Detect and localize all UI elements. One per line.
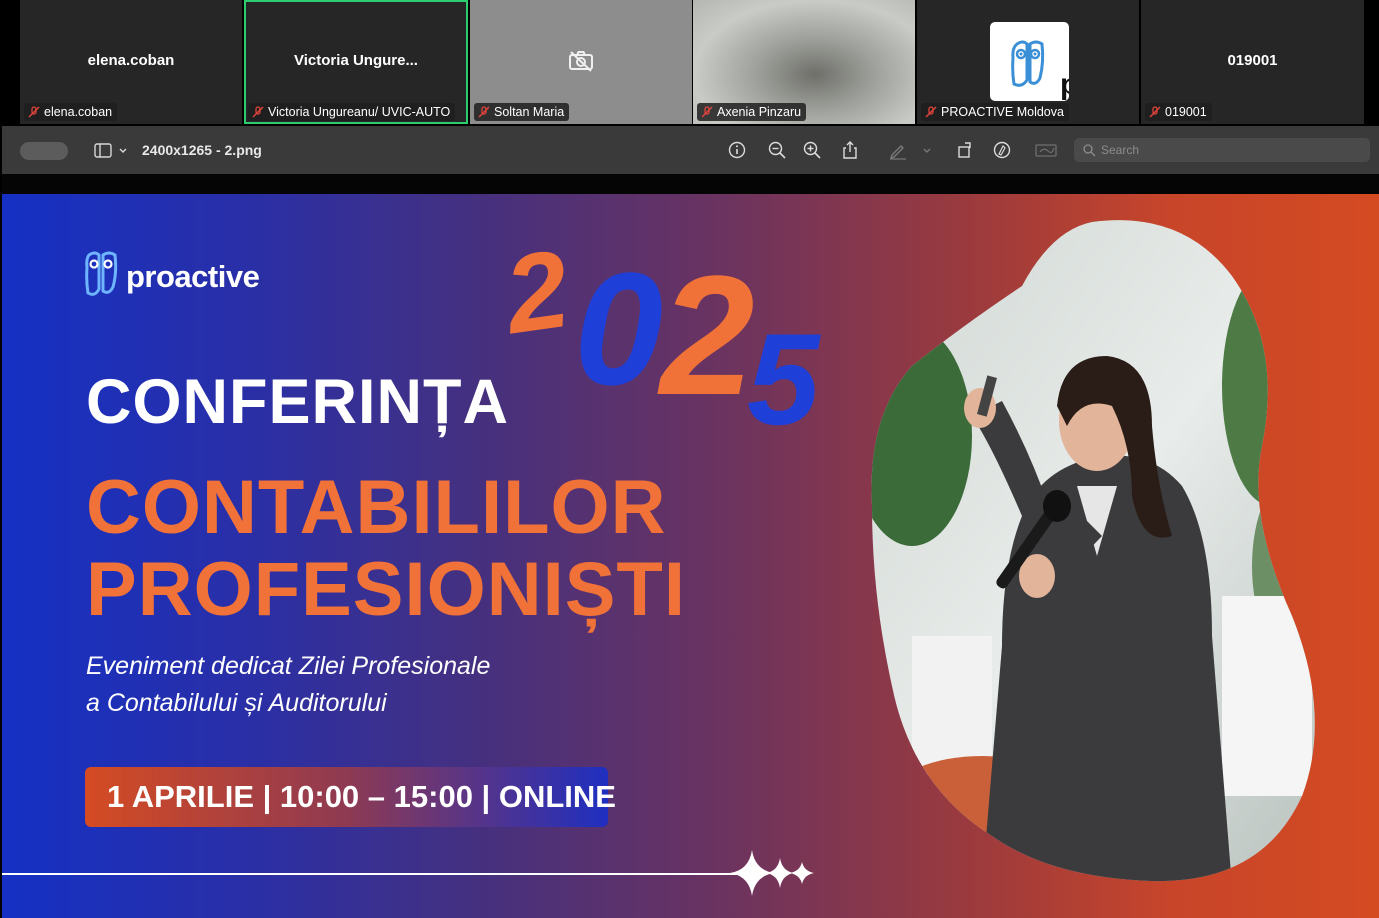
svg-text:2: 2 bbox=[657, 241, 755, 431]
participant-tag: Axenia Pinzaru bbox=[697, 103, 807, 121]
image-top-margin bbox=[2, 174, 1379, 194]
search-field[interactable]: Search bbox=[1074, 138, 1370, 162]
participant-tile-soltan[interactable]: Soltan Maria bbox=[470, 0, 692, 124]
participant-tile-axenia[interactable]: Axenia Pinzaru bbox=[693, 0, 915, 124]
search-icon bbox=[1083, 144, 1096, 157]
viewer-toolbar: 2400x1265 - 2.png Search bbox=[2, 126, 1379, 174]
mic-muted-icon bbox=[478, 106, 490, 118]
participant-name: elena.coban bbox=[87, 52, 175, 69]
owl-logo-icon: p bbox=[1011, 40, 1069, 101]
rotate-icon[interactable] bbox=[955, 140, 975, 160]
participant-tag: elena.coban bbox=[24, 103, 118, 121]
markup-pen-icon[interactable] bbox=[888, 140, 908, 160]
year-2025-graphic: 2 0 2 5 bbox=[502, 227, 821, 444]
title-line-3: PROFESIONIȘTI bbox=[86, 547, 686, 632]
svg-text:0: 0 bbox=[574, 239, 663, 418]
zoom-in-icon[interactable] bbox=[802, 140, 822, 160]
sidebar-icon[interactable] bbox=[94, 142, 130, 160]
zoom-out-icon[interactable] bbox=[767, 140, 787, 160]
share-icon[interactable] bbox=[840, 140, 860, 160]
divider-line bbox=[2, 873, 742, 875]
participant-tag-label: 019001 bbox=[1165, 105, 1207, 119]
event-info-badge: 1 APRILIE | 10:00 – 15:00 | ONLINE bbox=[85, 767, 616, 827]
svg-text:2: 2 bbox=[502, 227, 576, 358]
title-line-1: CONFERINȚA bbox=[86, 367, 509, 437]
participant-tag-label: elena.coban bbox=[44, 105, 113, 119]
owl-logo-icon bbox=[85, 251, 118, 296]
annotate-icon[interactable] bbox=[992, 140, 1012, 160]
participant-tag-label: Axenia Pinzaru bbox=[717, 105, 802, 119]
participant-tag-label: Soltan Maria bbox=[494, 105, 565, 119]
participant-tile-019001[interactable]: 019001 019001 bbox=[1141, 0, 1364, 124]
sparkle-icon bbox=[730, 850, 814, 896]
participant-tag-label: PROACTIVE Moldova bbox=[941, 105, 1064, 119]
mic-muted-icon bbox=[252, 106, 264, 118]
event-banner-image: proactive 2 0 2 5 CONFERINȚA CONTABILILO… bbox=[2, 194, 1379, 918]
proactive-logo-video: p bbox=[990, 22, 1069, 101]
participant-name: Victoria Ungure... bbox=[294, 52, 418, 69]
camera-off-icon bbox=[569, 51, 593, 72]
svg-text:p: p bbox=[1060, 68, 1069, 101]
mic-muted-icon bbox=[1149, 106, 1161, 118]
participant-tag: PROACTIVE Moldova bbox=[921, 103, 1069, 121]
participant-tag: Victoria Ungureanu/ UVIC-AUTO bbox=[248, 103, 456, 121]
participant-tag: Soltan Maria bbox=[474, 103, 570, 121]
logo-wordmark: proactive bbox=[126, 259, 260, 294]
speaker-photo bbox=[871, 220, 1315, 882]
proactive-logo: proactive bbox=[84, 249, 260, 299]
participant-tag-label: Victoria Ungureanu/ UVIC-AUTO bbox=[268, 105, 451, 119]
mic-muted-icon bbox=[925, 106, 937, 118]
participant-tile-proactive[interactable]: p PROACTIVE Moldova bbox=[917, 0, 1139, 124]
participant-tile-elena[interactable]: elena.coban elena.coban bbox=[20, 0, 242, 124]
info-icon[interactable] bbox=[727, 140, 747, 160]
document-title: 2400x1265 - 2.png bbox=[142, 142, 262, 158]
chevron-down-icon[interactable] bbox=[920, 140, 934, 160]
svg-text:5: 5 bbox=[747, 306, 821, 444]
mic-muted-icon bbox=[701, 106, 713, 118]
participant-tile-victoria[interactable]: Victoria Ungure... Victoria Ungureanu/ U… bbox=[244, 0, 468, 124]
search-placeholder: Search bbox=[1101, 143, 1140, 157]
title-line-2: CONTABILILOR bbox=[86, 465, 667, 550]
participant-name: 019001 bbox=[1227, 52, 1278, 69]
participant-strip: elena.coban elena.coban Victoria Ungure.… bbox=[0, 0, 1379, 126]
subtitle-line-2: a Contabilului și Auditorului bbox=[86, 689, 387, 717]
sign-icon[interactable] bbox=[1034, 140, 1058, 160]
mic-muted-icon bbox=[28, 106, 40, 118]
window-controls-pill[interactable] bbox=[20, 142, 68, 160]
subtitle-line-1: Eveniment dedicat Zilei Profesionale bbox=[86, 652, 491, 680]
participant-tag: 019001 bbox=[1145, 103, 1212, 121]
